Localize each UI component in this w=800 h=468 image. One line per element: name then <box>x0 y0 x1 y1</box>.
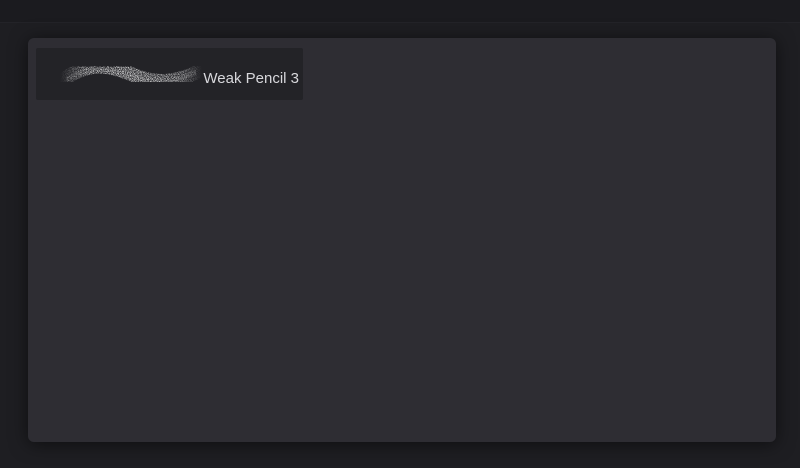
pencil-stroke-preview-icon <box>56 59 206 89</box>
brush-name-label: Weak Pencil 3 <box>203 70 299 87</box>
top-bar <box>0 0 800 23</box>
brush-item-weak-pencil-3[interactable]: Weak Pencil 3 <box>36 48 303 100</box>
brush-library-panel: Weak Pencil 3 <box>28 38 776 442</box>
